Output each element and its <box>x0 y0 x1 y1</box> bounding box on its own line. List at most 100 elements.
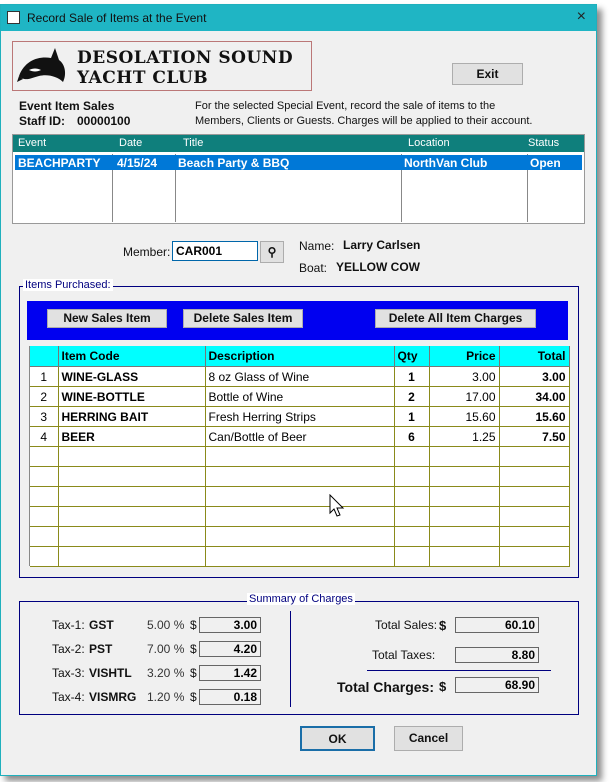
item-price[interactable] <box>429 466 500 487</box>
close-icon[interactable]: × <box>577 8 586 26</box>
item-price[interactable] <box>429 446 500 467</box>
item-qty[interactable]: 6 <box>394 426 430 447</box>
row-number[interactable] <box>30 466 59 487</box>
item-total[interactable] <box>499 466 570 487</box>
col-location[interactable]: Location <box>408 137 450 149</box>
cancel-button[interactable]: Cancel <box>394 726 463 751</box>
event-date: 4/15/24 <box>117 156 158 170</box>
empty-row[interactable] <box>30 466 570 487</box>
item-qty[interactable]: 1 <box>394 406 430 427</box>
delete-sales-item-button[interactable]: Delete Sales Item <box>183 309 303 328</box>
totals-rule <box>367 670 551 671</box>
empty-row[interactable] <box>30 506 570 527</box>
item-total[interactable]: 34.00 <box>499 386 570 407</box>
tax-currency: $ <box>190 618 197 632</box>
event-location: NorthVan Club <box>404 156 488 170</box>
item-price[interactable] <box>429 546 500 567</box>
item-description[interactable]: Can/Bottle of Beer <box>205 426 395 447</box>
col-item-code[interactable]: Item Code <box>58 346 206 367</box>
item-code[interactable] <box>58 526 206 547</box>
item-code[interactable]: WINE-GLASS <box>58 366 206 387</box>
item-code[interactable]: BEER <box>58 426 206 447</box>
empty-row[interactable] <box>30 446 570 467</box>
item-price[interactable] <box>429 506 500 527</box>
event-row-selected[interactable]: BEACHPARTY 4/15/24 Beach Party & BBQ Nor… <box>15 155 582 170</box>
table-row[interactable]: 1 WINE-GLASS 8 oz Glass of Wine 1 3.00 3.00 <box>30 366 570 387</box>
item-total[interactable] <box>499 526 570 547</box>
tax-currency: $ <box>190 690 197 704</box>
delete-all-charges-button[interactable]: Delete All Item Charges <box>375 309 536 328</box>
item-total[interactable]: 3.00 <box>499 366 570 387</box>
col-qty[interactable]: Qty <box>394 346 430 367</box>
row-number[interactable]: 1 <box>30 366 59 387</box>
ok-button[interactable]: OK <box>300 726 375 751</box>
item-code[interactable] <box>58 466 206 487</box>
member-input[interactable]: CAR001 <box>172 241 258 261</box>
item-qty[interactable]: 2 <box>394 386 430 407</box>
item-description[interactable]: 8 oz Glass of Wine <box>205 366 395 387</box>
item-code[interactable] <box>58 546 206 567</box>
col-title[interactable]: Title <box>183 137 203 149</box>
member-lookup-button[interactable]: ⚲ <box>260 241 284 263</box>
item-total[interactable]: 7.50 <box>499 426 570 447</box>
item-total[interactable] <box>499 506 570 527</box>
item-description[interactable] <box>205 546 395 567</box>
row-number[interactable] <box>30 526 59 547</box>
item-description[interactable] <box>205 486 395 507</box>
row-number[interactable]: 3 <box>30 406 59 427</box>
row-number[interactable] <box>30 506 59 527</box>
col-price[interactable]: Price <box>429 346 500 367</box>
item-price[interactable] <box>429 526 500 547</box>
item-code[interactable]: WINE-BOTTLE <box>58 386 206 407</box>
mouse-cursor-icon <box>329 494 345 517</box>
item-description[interactable] <box>205 526 395 547</box>
item-code[interactable] <box>58 506 206 527</box>
empty-row[interactable] <box>30 546 570 567</box>
exit-button[interactable]: Exit <box>452 63 523 85</box>
title-bar: Record Sale of Items at the Event × <box>1 5 596 31</box>
item-qty[interactable]: 1 <box>394 366 430 387</box>
item-qty[interactable] <box>394 526 430 547</box>
item-qty[interactable] <box>394 546 430 567</box>
col-event[interactable]: Event <box>18 137 46 149</box>
item-description[interactable] <box>205 506 395 527</box>
item-total[interactable] <box>499 486 570 507</box>
row-number[interactable]: 2 <box>30 386 59 407</box>
new-sales-item-button[interactable]: New Sales Item <box>47 309 167 328</box>
empty-row[interactable] <box>30 526 570 547</box>
item-qty[interactable] <box>394 486 430 507</box>
item-total[interactable] <box>499 546 570 567</box>
col-date[interactable]: Date <box>119 137 142 149</box>
item-price[interactable] <box>429 486 500 507</box>
item-price[interactable]: 17.00 <box>429 386 500 407</box>
row-number[interactable]: 4 <box>30 426 59 447</box>
item-code[interactable] <box>58 446 206 467</box>
item-price[interactable]: 15.60 <box>429 406 500 427</box>
item-total[interactable]: 15.60 <box>499 406 570 427</box>
item-qty[interactable] <box>394 506 430 527</box>
item-code[interactable] <box>58 486 206 507</box>
col-status[interactable]: Status <box>528 137 559 149</box>
row-number[interactable] <box>30 546 59 567</box>
item-description[interactable]: Bottle of Wine <box>205 386 395 407</box>
col-description[interactable]: Description <box>205 346 395 367</box>
empty-row[interactable] <box>30 486 570 507</box>
table-row[interactable]: 2 WINE-BOTTLE Bottle of Wine 2 17.00 34.00 <box>30 386 570 407</box>
item-price[interactable]: 1.25 <box>429 426 500 447</box>
item-description[interactable] <box>205 466 395 487</box>
name-label: Name: <box>299 239 335 253</box>
col-total[interactable]: Total <box>499 346 570 367</box>
item-description[interactable] <box>205 446 395 467</box>
item-qty[interactable] <box>394 466 430 487</box>
item-code[interactable]: HERRING BAIT <box>58 406 206 427</box>
item-total[interactable] <box>499 446 570 467</box>
table-row[interactable]: 3 HERRING BAIT Fresh Herring Strips 1 15.60 1… <box>30 406 570 427</box>
item-price[interactable]: 3.00 <box>429 366 500 387</box>
row-number[interactable] <box>30 446 59 467</box>
item-description[interactable]: Fresh Herring Strips <box>205 406 395 427</box>
binoculars-icon: ⚲ <box>267 245 277 259</box>
row-number[interactable] <box>30 486 59 507</box>
total-taxes-label: Total Taxes: <box>372 648 436 662</box>
table-row[interactable]: 4 BEER Can/Bottle of Beer 6 1.25 7.50 <box>30 426 570 447</box>
item-qty[interactable] <box>394 446 430 467</box>
